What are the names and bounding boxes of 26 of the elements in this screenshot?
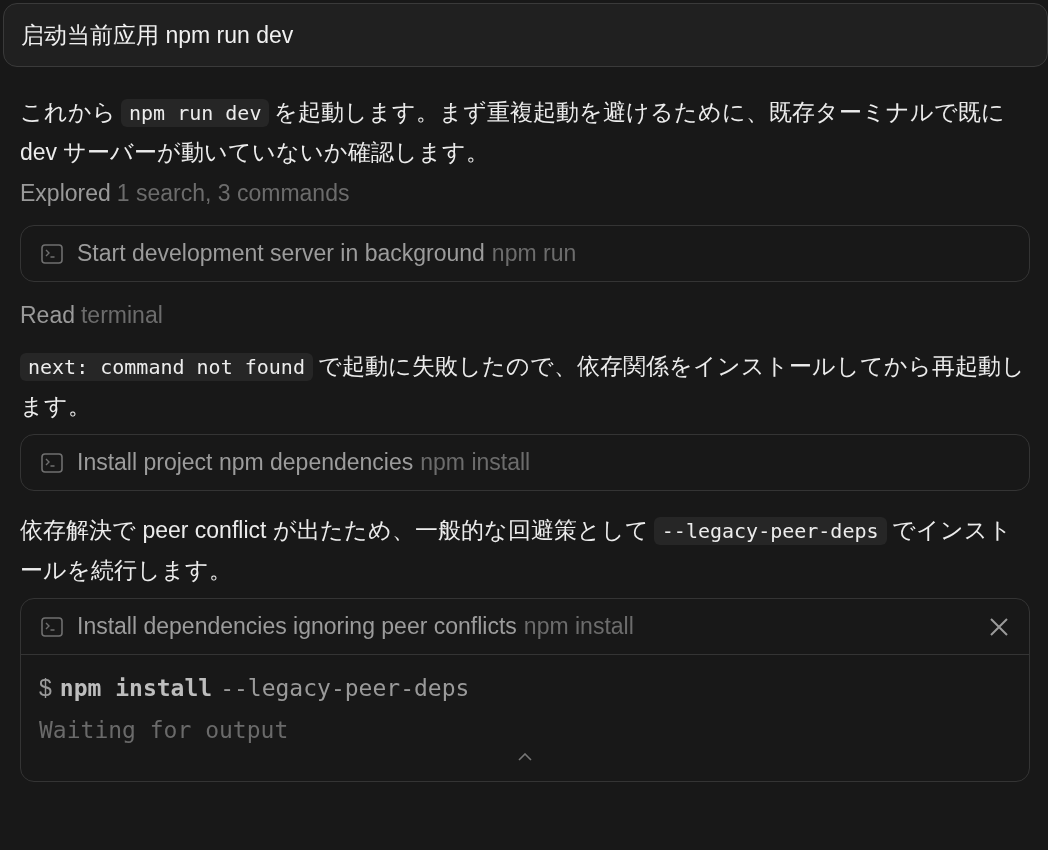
caret-icon[interactable] [518,753,532,761]
prompt-text: 启动当前应用 npm run dev [21,20,294,50]
command-detail: npm install [523,613,634,640]
command-card[interactable]: Install dependencies ignoring peer conflicts npm install $ npm install --legacy-peer-deps Waiting for output [20,598,1030,782]
message-paragraph: これから npm run dev を起動します。まず重複起動を避けるために、既存ターミナルで既に dev サーバーが動いていないか確認します。 [20,98,1007,167]
close-icon[interactable] [989,616,1009,637]
command-card[interactable]: Start development server in background npm run [20,225,1030,282]
message-paragraph: next: command not found で起動に失敗したので、依存関係をインストールしてから再起動します。 [20,352,1026,421]
command-title: Install project npm dependencies [77,449,414,476]
command-detail: npm install [420,449,531,476]
terminal-icon [41,616,63,637]
command-card[interactable]: Install project npm dependencies npm install [20,434,1030,491]
activity-label: Read [20,302,75,329]
activity-detail: terminal [81,302,163,329]
message-paragraph: 依存解決で peer conflict が出たため、一般的な回避策として --legacy-peer-deps でインストールを続行します。 [20,516,1013,585]
command-title: Install dependencies ignoring peer conflicts [77,613,517,640]
command-title: Start development server in background [77,240,485,267]
command-arguments: --legacy-peer-deps [220,675,470,701]
prompt-symbol: $ [39,674,52,702]
activity-label: Explored [20,180,111,207]
command-detail: npm run [491,240,577,267]
activity-detail: 1 search, 3 commands [116,180,350,207]
terminal-icon [41,452,63,473]
command-program: npm install [59,675,213,701]
terminal-icon [41,243,63,264]
terminal-status: Waiting for output [39,717,290,743]
